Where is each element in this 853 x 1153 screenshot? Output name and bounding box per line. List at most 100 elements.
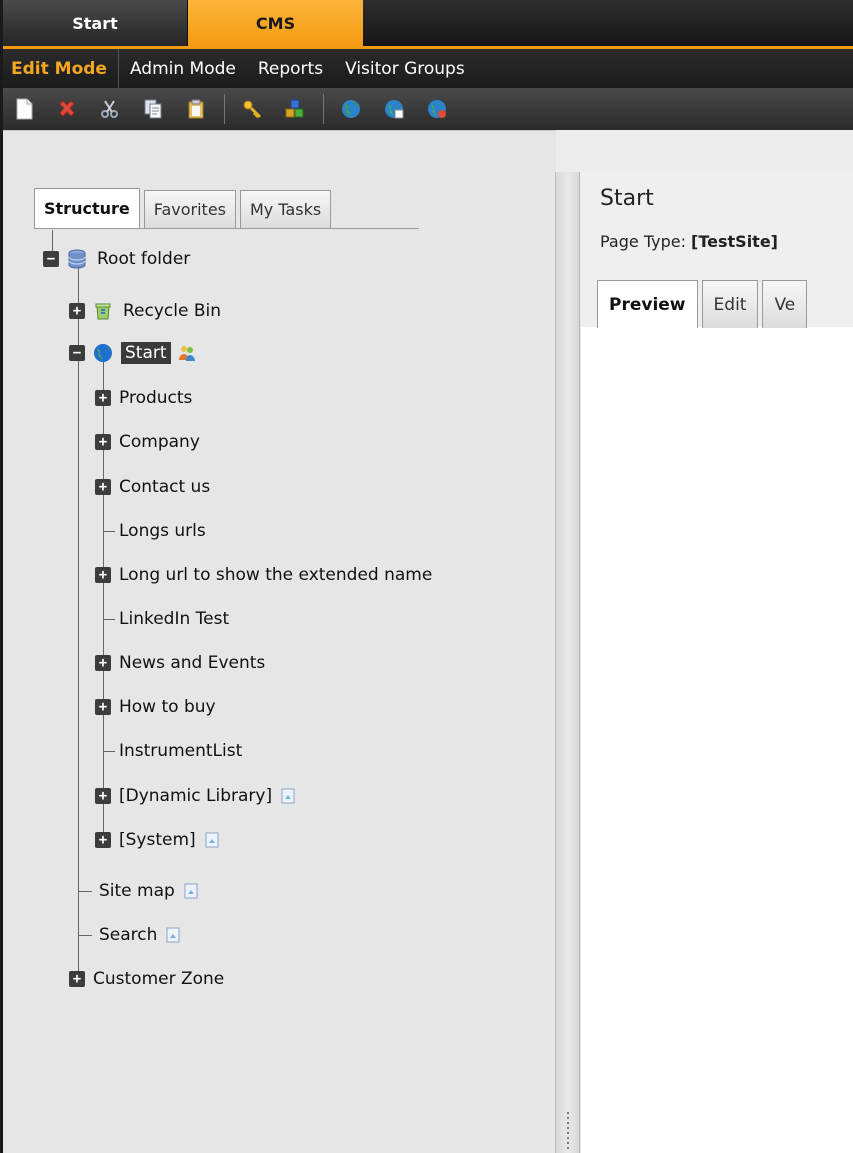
- splitter-grip-icon[interactable]: [567, 1112, 569, 1152]
- paste-icon[interactable]: [185, 98, 207, 120]
- page-view-tabs: Preview Edit Ve: [597, 280, 811, 328]
- tree-node-system[interactable]: + [System]: [95, 827, 219, 853]
- tree-node-linkedin-test[interactable]: LinkedIn Test: [119, 606, 229, 632]
- tree-label-selected: Start: [121, 342, 171, 364]
- tree-line: [78, 891, 92, 892]
- tree-node-news-and-events[interactable]: + News and Events: [95, 650, 265, 676]
- tree-line: [103, 751, 115, 752]
- tree-node-search[interactable]: Search: [99, 922, 180, 948]
- page-doc-icon: [166, 927, 180, 943]
- top-tab-start[interactable]: Start: [3, 0, 188, 46]
- toolbar-separator: [323, 94, 324, 124]
- users-icon: [177, 343, 197, 363]
- tree-node-root-folder[interactable]: − Root folder: [43, 246, 190, 272]
- expand-icon[interactable]: +: [95, 832, 111, 848]
- tree-label: How to buy: [119, 697, 216, 717]
- tree-label: Products: [119, 388, 193, 408]
- tree-line: [103, 531, 115, 532]
- globe-icon[interactable]: [340, 98, 362, 120]
- tree-label: Search: [99, 925, 158, 945]
- page-title: Start: [600, 186, 654, 211]
- globe-page-icon[interactable]: [383, 98, 405, 120]
- tree-node-start[interactable]: − Start: [69, 340, 207, 366]
- mode-edit[interactable]: Edit Mode: [3, 49, 119, 88]
- toolbar: [3, 88, 853, 130]
- tree-node-how-to-buy[interactable]: + How to buy: [95, 694, 216, 720]
- left-panel-tabs: Structure Favorites My Tasks: [34, 188, 335, 228]
- tree-node-long-url[interactable]: + Long url to show the extended name: [95, 562, 432, 588]
- database-icon: [67, 249, 87, 269]
- page-header: Start Page Type: [TestSite] Preview Edit…: [581, 172, 853, 328]
- tree-label: Root folder: [97, 249, 191, 269]
- mode-visitor-groups[interactable]: Visitor Groups: [334, 49, 476, 88]
- tree-node-products[interactable]: + Products: [95, 385, 192, 411]
- tree-line: [78, 935, 92, 936]
- tab-structure[interactable]: Structure: [34, 188, 140, 228]
- key-icon[interactable]: [241, 98, 263, 120]
- globe-icon: [93, 343, 113, 363]
- tab-my-tasks[interactable]: My Tasks: [240, 190, 332, 228]
- tree-node-customer-zone[interactable]: + Customer Zone: [69, 966, 224, 992]
- panel-splitter[interactable]: [556, 172, 580, 1153]
- tree-node-company[interactable]: + Company: [95, 429, 200, 455]
- tree-label: [System]: [119, 830, 196, 850]
- mode-admin[interactable]: Admin Mode: [119, 49, 247, 88]
- tree-node-site-map[interactable]: Site map: [99, 878, 198, 904]
- globe-link-icon[interactable]: [426, 98, 448, 120]
- tree-label: [Dynamic Library]: [119, 786, 273, 806]
- tree-node-instrumentlist[interactable]: InstrumentList: [119, 738, 242, 764]
- tree-label: News and Events: [119, 653, 266, 673]
- toolbar-separator: [224, 94, 225, 124]
- page-doc-icon: [281, 788, 295, 804]
- expand-icon[interactable]: +: [95, 699, 111, 715]
- tab-edit[interactable]: Edit: [701, 280, 759, 328]
- tree-line: [78, 268, 79, 978]
- tree-label: InstrumentList: [119, 741, 243, 761]
- expand-icon[interactable]: +: [95, 434, 111, 450]
- page-doc-icon: [184, 883, 198, 899]
- tree-label: Contact us: [119, 477, 211, 497]
- tree-label: LinkedIn Test: [119, 609, 230, 629]
- page-properties-panel: Start Page Type: [TestSite] Preview Edit…: [581, 172, 853, 1153]
- new-page-icon[interactable]: [13, 98, 35, 120]
- expand-icon[interactable]: +: [95, 788, 111, 804]
- blocks-icon[interactable]: [284, 98, 306, 120]
- cms-window: Start CMS Edit Mode Admin Mode Reports V…: [0, 0, 853, 1153]
- page-type: Page Type: [TestSite]: [600, 232, 778, 251]
- recycle-bin-icon: [93, 301, 113, 321]
- tab-underline: [34, 228, 419, 229]
- page-type-label: Page Type:: [600, 232, 692, 251]
- page-type-value: [TestSite]: [691, 232, 778, 251]
- tree-node-recycle-bin[interactable]: + Recycle Bin: [69, 298, 221, 324]
- top-tab-cms[interactable]: CMS: [188, 0, 363, 46]
- tree-label: Customer Zone: [93, 969, 225, 989]
- tree-node-dynamic-library[interactable]: + [Dynamic Library]: [95, 783, 295, 809]
- tree-label: Longs urls: [119, 521, 206, 541]
- tab-favorites[interactable]: Favorites: [143, 190, 236, 228]
- expand-icon[interactable]: +: [95, 567, 111, 583]
- expand-icon[interactable]: +: [95, 479, 111, 495]
- tab-versions[interactable]: Ve: [762, 280, 808, 328]
- left-panel-header: [3, 130, 556, 172]
- tree-label: Site map: [99, 881, 175, 901]
- page-doc-icon: [205, 832, 219, 848]
- copy-icon[interactable]: [142, 98, 164, 120]
- expand-icon[interactable]: +: [69, 303, 85, 319]
- collapse-icon[interactable]: −: [69, 345, 85, 361]
- tab-preview[interactable]: Preview: [597, 280, 698, 328]
- expand-icon[interactable]: +: [69, 971, 85, 987]
- tree-label: Recycle Bin: [123, 301, 222, 321]
- expand-icon[interactable]: +: [95, 390, 111, 406]
- tree-label: Company: [119, 432, 200, 452]
- tree-line: [103, 619, 115, 620]
- tree-node-longs-urls[interactable]: Longs urls: [119, 518, 206, 544]
- mode-reports[interactable]: Reports: [247, 49, 334, 88]
- tree-node-contact-us[interactable]: + Contact us: [95, 474, 210, 500]
- top-tab-bar: Start CMS: [3, 0, 853, 46]
- expand-icon[interactable]: +: [95, 655, 111, 671]
- delete-icon[interactable]: [56, 98, 78, 120]
- mode-menu: Edit Mode Admin Mode Reports Visitor Gro…: [3, 46, 853, 88]
- cut-icon[interactable]: [99, 98, 121, 120]
- collapse-icon[interactable]: −: [43, 251, 59, 267]
- tree-label: Long url to show the extended name: [119, 565, 433, 585]
